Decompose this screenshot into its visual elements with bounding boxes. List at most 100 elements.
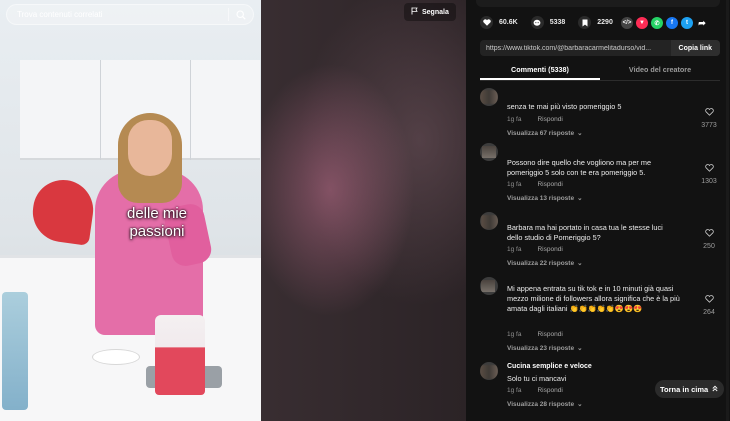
description-box-edge (476, 0, 720, 7)
report-label: Segnala (422, 8, 449, 16)
search-input[interactable]: Trova contenuti correlati (7, 10, 228, 19)
avatar[interactable] (480, 88, 498, 106)
view-replies-label: Visualizza 67 risposte (507, 129, 575, 137)
report-button[interactable]: Segnala (404, 3, 456, 21)
comment-text: Solo tu ci mancavi (507, 374, 567, 383)
tiktok-video-page: delle mie passioni Trova contenuti corre… (0, 0, 730, 421)
like-count: 60.6K (499, 19, 518, 26)
flag-icon (411, 7, 418, 17)
reply-button[interactable]: Rispondi (537, 331, 562, 338)
comment-meta: 1g fa Rispondi (507, 116, 563, 123)
caption-line-1: delle mie (126, 205, 188, 222)
comment-author[interactable]: Cucina semplice e veloce (507, 363, 592, 370)
comments-panel: 60.6K 5338 2290 </> ▼ ✆ f t ➦ https://ww… (466, 0, 730, 421)
comment-meta: 1g fa Rispondi (507, 246, 563, 253)
view-replies-label: Visualizza 13 risposte (507, 194, 575, 202)
facebook-icon[interactable]: f (666, 17, 678, 29)
chevron-down-icon: ⌄ (577, 195, 583, 202)
tab-creator-videos[interactable]: Video del creatore (600, 63, 720, 80)
comment-time: 1g fa (507, 331, 522, 338)
share-buttons: </> ▼ ✆ f t ➦ (621, 17, 708, 29)
heart-icon[interactable] (480, 16, 493, 29)
share-arrow-icon[interactable]: ➦ (696, 17, 708, 29)
comment-text: Mi appena entrata su tik tok e in 10 min… (507, 284, 680, 313)
avatar[interactable] (480, 277, 498, 295)
comment-like[interactable]: 1303 (698, 159, 720, 185)
comment-time: 1g fa (507, 387, 522, 394)
reply-button[interactable]: Rispondi (537, 116, 562, 123)
comment-time: 1g fa (507, 246, 522, 253)
engagement-stats: 60.6K 5338 2290 (480, 16, 626, 29)
chevron-down-icon: ⌄ (577, 260, 583, 267)
cabinet-divider (100, 60, 101, 160)
page-scrollbar[interactable] (726, 0, 729, 421)
avatar[interactable] (480, 143, 498, 161)
avatar[interactable] (480, 212, 498, 230)
tab-comments[interactable]: Commenti (5338) (480, 63, 600, 80)
twitter-icon[interactable]: t (681, 17, 693, 29)
comment-text: senza te mai più visto pomeriggio 5 (507, 102, 622, 111)
comment-item: Barbara ma hai portato in casa tua le st… (480, 212, 720, 272)
comment-like[interactable]: 250 (698, 224, 720, 250)
like-stat[interactable]: 60.6K (480, 16, 518, 29)
comment-icon[interactable] (530, 16, 544, 29)
comment-item: senza te mai più visto pomeriggio 5 1g f… (480, 88, 720, 143)
comment-text: Possono dire quello che vogliono ma per … (507, 158, 651, 177)
heart-outline-icon[interactable] (704, 290, 714, 307)
search-icon[interactable] (229, 9, 253, 20)
comment-text: Barbara ma hai portato in casa tua le st… (507, 223, 663, 242)
comment-time: 1g fa (507, 116, 522, 123)
avatar[interactable] (480, 362, 498, 380)
view-replies-button[interactable]: Visualizza 67 risposte ⌄ (507, 129, 583, 138)
view-replies-label: Visualizza 22 risposte (507, 259, 575, 267)
heart-outline-icon[interactable] (704, 224, 714, 241)
comment-like-count: 3773 (701, 122, 717, 129)
bookmark-icon[interactable] (578, 16, 592, 29)
view-replies-button[interactable]: Visualizza 22 risposte ⌄ (507, 259, 583, 268)
comment-time: 1g fa (507, 181, 522, 188)
heart-outline-icon[interactable] (704, 103, 714, 120)
repost-icon[interactable]: ▼ (636, 17, 648, 29)
comment-like-count: 250 (703, 243, 715, 250)
glass-jar (2, 292, 28, 410)
chevron-down-icon: ⌄ (577, 345, 583, 352)
caption-line-2: passioni (129, 223, 185, 240)
video-caption: delle mie passioni (82, 205, 232, 241)
view-replies-label: Visualizza 28 risposte (507, 400, 575, 408)
comment-meta: 1g fa Rispondi (507, 387, 563, 394)
comment-meta: 1g fa Rispondi (507, 331, 563, 338)
view-replies-button[interactable]: Visualizza 13 risposte ⌄ (507, 194, 583, 203)
woman-face (128, 120, 172, 176)
comment-item: Mi appena entrata su tik tok e in 10 min… (480, 277, 720, 359)
video-player[interactable]: delle mie passioni Trova contenuti corre… (0, 0, 466, 421)
moka-pot (155, 315, 205, 395)
comment-stat[interactable]: 5338 (530, 16, 566, 29)
view-replies-button[interactable]: Visualizza 23 risposte ⌄ (507, 344, 583, 353)
comment-item: Possono dire quello che vogliono ma per … (480, 143, 720, 205)
related-search-bar[interactable]: Trova contenuti correlati (6, 4, 254, 25)
save-count: 2290 (597, 19, 613, 26)
plate (92, 349, 140, 365)
chevron-down-icon: ⌄ (577, 130, 583, 137)
comment-like[interactable]: 264 (698, 290, 720, 316)
copy-link-button[interactable]: Copia link (670, 40, 720, 56)
comment-like-count: 1303 (701, 178, 717, 185)
video-url: https://www.tiktok.com/@barbaracarmelita… (486, 44, 652, 52)
view-replies-label: Visualizza 23 risposte (507, 344, 575, 352)
whatsapp-icon[interactable]: ✆ (651, 17, 663, 29)
save-stat[interactable]: 2290 (578, 16, 613, 29)
reply-button[interactable]: Rispondi (537, 181, 562, 188)
comment-meta: 1g fa Rispondi (507, 181, 563, 188)
embed-icon[interactable]: </> (621, 17, 633, 29)
chevrons-up-icon (712, 385, 718, 394)
chevron-down-icon: ⌄ (577, 401, 583, 408)
back-to-top-label: Torna in cima (660, 384, 709, 394)
reply-button[interactable]: Rispondi (537, 387, 562, 394)
video-link-bar: https://www.tiktok.com/@barbaracarmelita… (480, 40, 720, 56)
view-replies-button[interactable]: Visualizza 28 risposte ⌄ (507, 400, 583, 409)
comment-like[interactable]: 3773 (698, 103, 720, 129)
heart-outline-icon[interactable] (704, 159, 714, 176)
reply-button[interactable]: Rispondi (537, 246, 562, 253)
back-to-top-button[interactable]: Torna in cima (655, 380, 725, 398)
comment-count: 5338 (549, 19, 566, 26)
